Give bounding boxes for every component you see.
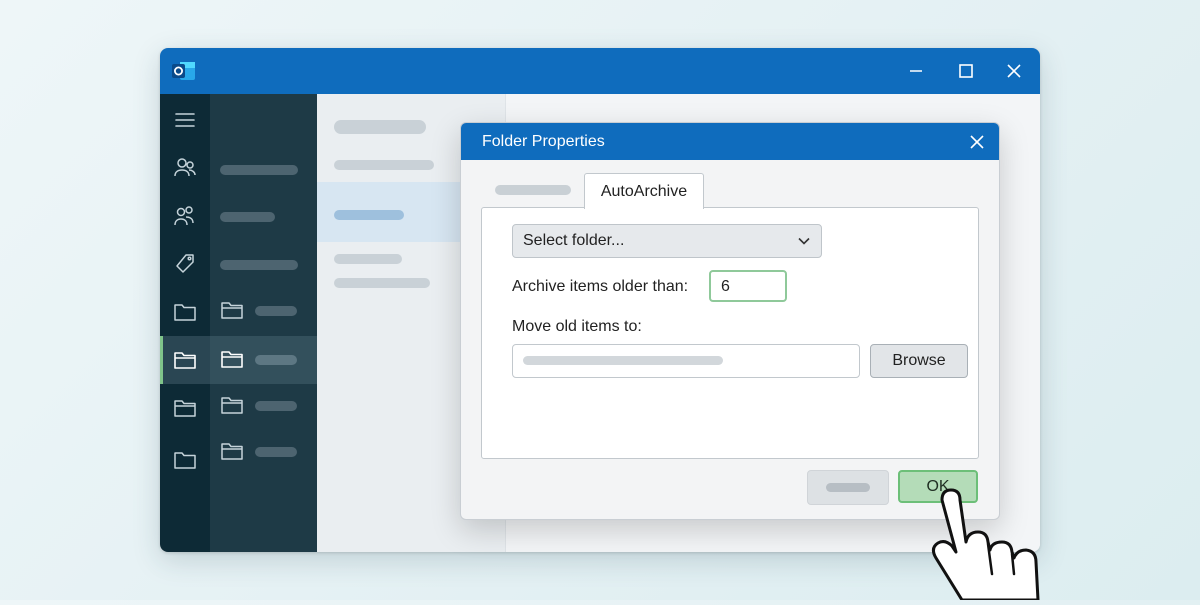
- tag-icon[interactable]: [160, 240, 210, 288]
- close-icon[interactable]: [967, 132, 987, 152]
- folder-select[interactable]: Select folder...: [512, 224, 822, 258]
- folder-icon[interactable]: [160, 384, 210, 432]
- folder-label-placeholder[interactable]: [220, 212, 275, 222]
- browse-button[interactable]: Browse: [870, 344, 968, 378]
- folder-label-placeholder: [255, 447, 297, 457]
- minimize-icon[interactable]: [906, 61, 926, 81]
- folder-item[interactable]: [210, 432, 317, 480]
- folder-icon: [220, 299, 244, 326]
- folder-label-placeholder[interactable]: [220, 165, 298, 175]
- maximize-icon[interactable]: [956, 61, 976, 81]
- tab-autoarchive[interactable]: AutoArchive: [584, 173, 704, 209]
- groups-icon[interactable]: [160, 192, 210, 240]
- chevron-down-icon: [797, 234, 811, 248]
- list-header-placeholder: [334, 120, 426, 134]
- people-icon[interactable]: [160, 144, 210, 192]
- folder-item-selected[interactable]: [210, 336, 317, 384]
- dialog-title-bar: Folder Properties: [461, 123, 999, 160]
- folder-icon: [220, 394, 244, 421]
- title-bar: [160, 48, 1040, 94]
- nav-rail: [160, 94, 210, 552]
- list-item-placeholder: [334, 210, 404, 220]
- archive-path-input[interactable]: [512, 344, 860, 378]
- folder-label-placeholder: [255, 355, 297, 365]
- folder-pane: [210, 94, 317, 552]
- tab-general[interactable]: [495, 185, 571, 195]
- outlook-logo-icon: [172, 60, 196, 82]
- cancel-button[interactable]: [807, 470, 889, 505]
- folder-item[interactable]: [210, 286, 317, 334]
- dialog-title: Folder Properties: [482, 133, 605, 150]
- hand-pointer-icon: [922, 488, 1082, 602]
- cancel-label-placeholder: [826, 483, 870, 492]
- hamburger-menu-icon[interactable]: [160, 96, 210, 144]
- path-placeholder: [523, 356, 723, 365]
- archive-age-label: Archive items older than:: [512, 278, 689, 295]
- list-item-placeholder[interactable]: [334, 254, 402, 264]
- autoarchive-panel: Select folder... Archive items older tha…: [481, 207, 979, 459]
- close-icon[interactable]: [1004, 61, 1024, 81]
- folder-item[interactable]: [210, 384, 317, 432]
- folder-icon: [220, 348, 244, 375]
- folder-label-placeholder[interactable]: [220, 260, 298, 270]
- folder-properties-dialog: Folder Properties AutoArchive Select fol…: [460, 122, 1000, 520]
- folder-label-placeholder: [255, 401, 297, 411]
- move-to-label: Move old items to:: [512, 318, 642, 335]
- folder-icon: [220, 440, 244, 467]
- folder-icon[interactable]: [160, 336, 210, 384]
- archive-age-input[interactable]: 6: [709, 270, 787, 302]
- list-item-placeholder[interactable]: [334, 160, 434, 170]
- folder-select-value: Select folder...: [523, 232, 625, 249]
- folder-label-placeholder: [255, 306, 297, 316]
- list-item-placeholder[interactable]: [334, 278, 430, 288]
- folder-icon[interactable]: [160, 288, 210, 336]
- folder-icon[interactable]: [160, 436, 210, 484]
